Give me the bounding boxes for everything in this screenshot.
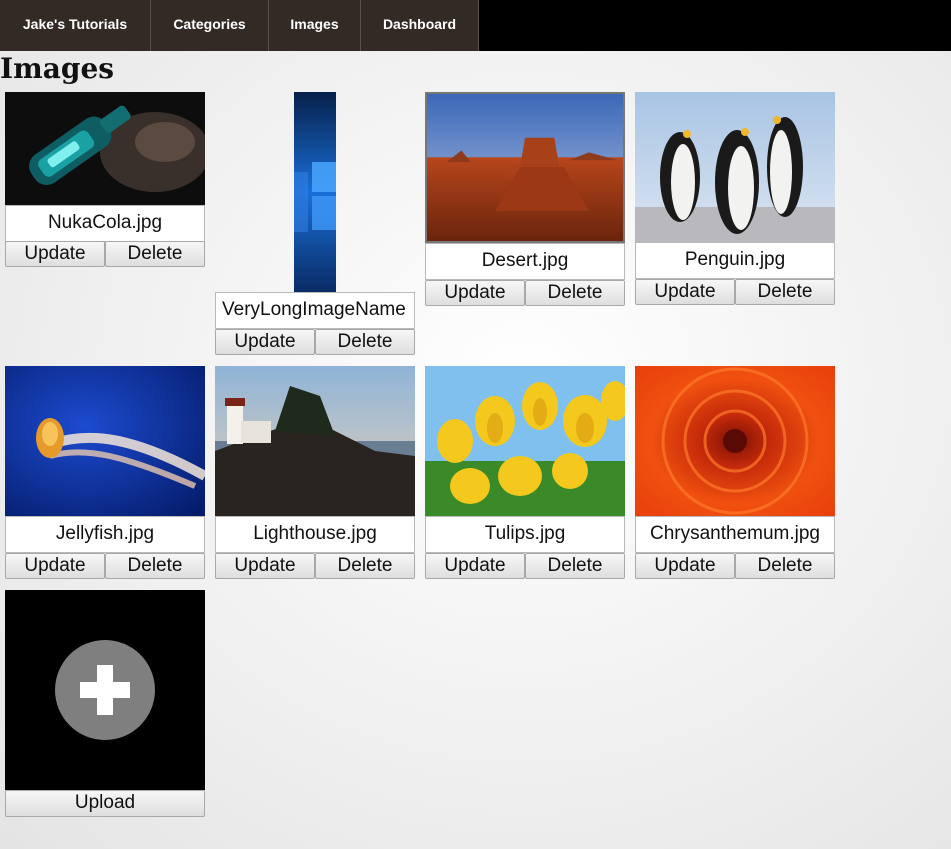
delete-button[interactable]: Delete [735, 553, 835, 579]
chrysanthemum-thumbnail[interactable] [635, 366, 835, 516]
image-name-field[interactable]: Lighthouse.jpg [215, 516, 415, 553]
image-card: Chrysanthemum.jpg Update Delete [635, 366, 835, 580]
image-card: Jellyfish.jpg Update Delete [5, 366, 205, 580]
image-card: Desert.jpg Update Delete [425, 92, 625, 307]
delete-button[interactable]: Delete [525, 280, 625, 306]
tulips-thumbnail[interactable] [425, 366, 625, 516]
image-name-field[interactable]: VeryLongImageName [215, 292, 415, 329]
image-card: NukaCola.jpg Update Delete [5, 92, 205, 268]
delete-button[interactable]: Delete [315, 329, 415, 355]
nav-categories-link[interactable]: Categories [151, 0, 269, 51]
jellyfish-thumbnail[interactable] [5, 366, 205, 516]
image-name-field[interactable]: Desert.jpg [425, 243, 625, 280]
image-name-field[interactable]: Tulips.jpg [425, 516, 625, 553]
update-button[interactable]: Update [215, 553, 315, 579]
desert-thumbnail[interactable] [425, 92, 625, 243]
image-card: Tulips.jpg Update Delete [425, 366, 625, 580]
delete-button[interactable]: Delete [525, 553, 625, 579]
update-button[interactable]: Update [425, 553, 525, 579]
image-name-field[interactable]: NukaCola.jpg [5, 205, 205, 242]
nuka-cola-thumbnail[interactable] [5, 92, 205, 205]
update-button[interactable]: Update [5, 241, 105, 267]
top-navbar: Jake's Tutorials Categories Images Dashb… [0, 0, 951, 51]
nav-images-link[interactable]: Images [269, 0, 361, 51]
update-button[interactable]: Update [5, 553, 105, 579]
delete-button[interactable]: Delete [735, 279, 835, 305]
update-button[interactable]: Update [425, 280, 525, 306]
delete-button[interactable]: Delete [105, 553, 205, 579]
nav-dashboard-link[interactable]: Dashboard [361, 0, 479, 51]
delete-button[interactable]: Delete [105, 241, 205, 267]
image-name-field[interactable]: Penguin.jpg [635, 242, 835, 279]
update-button[interactable]: Update [215, 329, 315, 355]
update-button[interactable]: Update [635, 553, 735, 579]
delete-button[interactable]: Delete [315, 553, 415, 579]
image-card: VeryLongImageName Update Delete [215, 92, 415, 356]
plus-icon [55, 640, 155, 740]
upload-dropzone[interactable] [5, 590, 205, 790]
image-card: Lighthouse.jpg Update Delete [215, 366, 415, 580]
upload-button[interactable]: Upload [5, 790, 205, 817]
nav-home-link[interactable]: Jake's Tutorials [0, 0, 151, 51]
image-card: Penguin.jpg Update Delete [635, 92, 835, 306]
update-button[interactable]: Update [635, 279, 735, 305]
windows-wallpaper-thumbnail[interactable] [294, 92, 336, 292]
upload-card: Upload [5, 590, 205, 817]
penguins-thumbnail[interactable] [635, 92, 835, 242]
image-name-field[interactable]: Chrysanthemum.jpg [635, 516, 835, 553]
lighthouse-thumbnail[interactable] [215, 366, 415, 516]
image-name-field[interactable]: Jellyfish.jpg [5, 516, 205, 553]
page-title: Images [0, 52, 115, 85]
